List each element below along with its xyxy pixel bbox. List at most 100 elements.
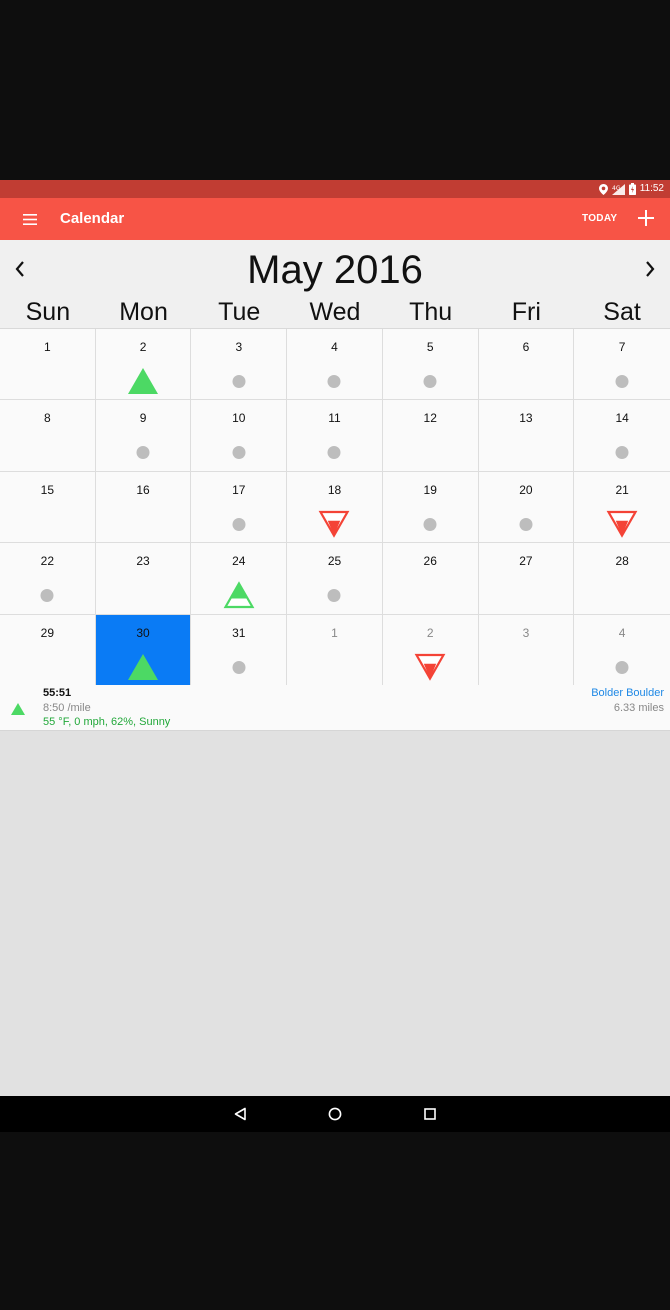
day-number: 19 (423, 482, 437, 497)
chevron-right-icon (646, 261, 655, 277)
day-number: 27 (519, 554, 533, 569)
day-number: 15 (40, 482, 55, 497)
up-triangle-icon (11, 702, 25, 720)
menu-button[interactable] (20, 209, 40, 229)
status-time: 11:52 (639, 183, 664, 194)
day-number: 4 (618, 625, 626, 640)
today-button[interactable]: TODAY (582, 211, 617, 227)
no-workout-dot-icon (40, 589, 54, 603)
calendar-day-cell[interactable]: 23 (95, 543, 192, 615)
no-workout-dot-icon (615, 446, 629, 460)
day-number: 22 (40, 554, 55, 569)
location-icon (598, 183, 608, 195)
recents-button[interactable] (421, 1105, 439, 1123)
no-workout-dot-icon (232, 660, 246, 674)
day-number: 16 (136, 482, 150, 497)
day-number: 9 (139, 411, 147, 426)
calendar-day-cell[interactable]: 2 (95, 329, 192, 401)
run-up-triangle-icon (127, 653, 159, 681)
calendar-day-cell[interactable]: 2 (382, 614, 479, 686)
day-number: 1 (44, 340, 51, 354)
calendar-day-cell[interactable]: 12 (382, 400, 479, 472)
plus-icon (638, 210, 654, 226)
calendar-day-cell[interactable]: 5 (382, 329, 479, 401)
calendar-day-cell[interactable]: 28 (574, 543, 670, 615)
no-workout-dot-icon (232, 446, 246, 460)
calendar-day-cell[interactable]: 18 (287, 471, 383, 544)
calendar-day-cell[interactable]: 15 (0, 471, 96, 544)
calendar-day-cell[interactable]: 24 (191, 543, 288, 615)
calendar-day-cell[interactable]: 25 (287, 543, 383, 615)
calendar-day-cell[interactable]: 13 (478, 400, 575, 472)
back-button[interactable] (231, 1105, 249, 1123)
calendar-day-cell[interactable]: 26 (382, 543, 479, 615)
day-number: 20 (519, 482, 533, 497)
calendar-day-cell[interactable]: 19 (382, 471, 479, 544)
calendar-day-cell[interactable]: 20 (478, 471, 575, 544)
day-number: 4 (331, 340, 338, 354)
day-number: 24 (232, 554, 246, 569)
calendar-day-cell[interactable]: 27 (478, 543, 575, 615)
home-button[interactable] (326, 1105, 344, 1123)
day-number: 11 (328, 411, 341, 426)
run-down-triangle-icon (414, 653, 446, 681)
run-down-triangle-icon (318, 510, 350, 538)
calendar-day-cell[interactable]: 22 (0, 543, 96, 615)
calendar-day-cell[interactable]: 11 (287, 400, 383, 472)
no-workout-dot-icon (615, 660, 629, 674)
no-workout-dot-icon (423, 375, 437, 388)
svg-text:4G: 4G (612, 185, 621, 192)
back-icon (234, 1107, 246, 1121)
add-workout-button[interactable] (636, 208, 656, 228)
calendar-day-cell[interactable]: 4 (574, 615, 670, 686)
calendar-day-cell[interactable]: 16 (95, 471, 192, 544)
calendar-grid: 1 2 3 4 5 6 7 8 9 10 11 12 13 14 15 16 17 18 19 20 21 22 23 24 2… (0, 328, 670, 686)
run-up-triangle-outline-icon (223, 581, 255, 609)
month-title: May 2016 (247, 248, 423, 292)
day-number: 5 (426, 340, 434, 354)
calendar-day-cell[interactable]: 7 (574, 329, 670, 401)
calendar-day-cell[interactable]: 1 (0, 329, 96, 401)
calendar-day-cell[interactable]: 6 (478, 329, 575, 401)
calendar-day-cell[interactable]: 4 (287, 329, 383, 401)
calendar-day-cell[interactable]: 29 (0, 614, 96, 686)
calendar-day-cell[interactable]: 21 (574, 472, 670, 544)
day-number: 7 (618, 340, 626, 354)
calendar-day-cell[interactable]: 30 (95, 614, 192, 686)
calendar-day-cell[interactable]: 3 (478, 614, 575, 686)
weekday-wed: Wed (309, 298, 361, 326)
next-month-button[interactable] (639, 258, 661, 280)
day-number: 28 (615, 554, 629, 569)
day-number: 13 (519, 411, 533, 426)
weekday-sun: Sun (25, 298, 71, 326)
day-number: 12 (423, 411, 437, 426)
run-down-triangle-icon (606, 510, 638, 538)
no-workout-dot-icon (136, 446, 150, 460)
status-bar: 4G 11:52 (0, 180, 670, 198)
home-icon (328, 1107, 342, 1121)
app-title: Calendar (60, 210, 125, 227)
calendar-day-cell[interactable]: 10 (191, 400, 288, 472)
calendar-day-cell[interactable]: 17 (191, 471, 288, 544)
calendar-day-cell[interactable]: 1 (287, 614, 383, 686)
day-number: 2 (139, 340, 147, 354)
day-number: 14 (615, 411, 629, 426)
calendar-day-cell[interactable]: 31 (191, 614, 288, 686)
day-number: 6 (522, 340, 530, 354)
app-screen: 4G 11:52 Calendar TODAY May 2016 Sun Mon… (0, 180, 670, 1132)
menu-icon (23, 213, 37, 225)
day-number: 26 (423, 554, 437, 569)
workout-summary[interactable]: 55:51 8:50 /mile 55 °F, 0 mph, 62%, Sunn… (0, 685, 670, 731)
day-number: 3 (235, 340, 243, 354)
calendar-day-cell[interactable]: 8 (0, 400, 96, 472)
calendar-day-cell[interactable]: 14 (574, 400, 670, 472)
calendar-day-cell[interactable]: 9 (95, 400, 192, 472)
weekday-thu: Thu (409, 298, 453, 326)
calendar-day-cell[interactable]: 3 (191, 329, 288, 401)
no-workout-dot-icon (327, 446, 341, 460)
workout-route-link[interactable]: Bolder Boulder (591, 687, 664, 700)
device-frame: 4G 11:52 Calendar TODAY May 2016 Sun Mon… (0, 0, 670, 1310)
day-number: 30 (136, 625, 150, 640)
system-nav-bar (0, 1096, 670, 1132)
day-number: 31 (232, 625, 246, 640)
